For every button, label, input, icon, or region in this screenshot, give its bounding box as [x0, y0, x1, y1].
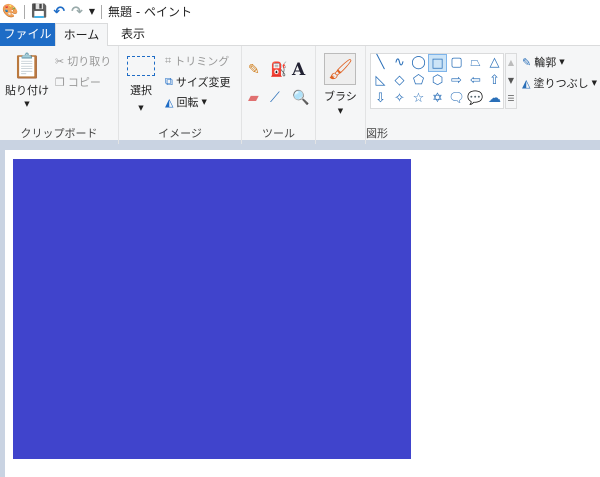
shape-option[interactable]: ⬠ [409, 72, 428, 90]
rotate-button[interactable]: ◭ 回転 ▼ [165, 94, 207, 110]
shape-option[interactable]: ∿ [390, 54, 409, 72]
shape-option[interactable]: ⬡ [428, 72, 447, 90]
chevron-down-icon: ▼ [201, 98, 207, 106]
drawing-canvas[interactable] [5, 150, 600, 477]
clipboard-icon: 📋 [12, 52, 42, 80]
rotate-icon: ◭ [165, 95, 174, 109]
text-icon[interactable]: A [292, 60, 305, 80]
magnifier-icon[interactable]: 🔍 [292, 90, 309, 106]
pencil-icon[interactable]: ✎ [248, 62, 260, 78]
shapes-gallery-scroll[interactable]: ▲ ▼ ☰ [505, 53, 517, 109]
crop-icon: ⌗ [165, 54, 172, 67]
outline-pencil-icon: ✎ [522, 55, 532, 69]
ribbon-tabs: ファイル ホーム 表示 [0, 23, 600, 47]
select-label: 選択 [130, 84, 152, 97]
shape-option[interactable]: ⇦ [466, 72, 485, 90]
clipboard-group-label: クリップボード [20, 127, 98, 140]
divider [24, 4, 26, 19]
cut-label: 切り取り [67, 55, 112, 68]
selection-icon [127, 56, 155, 76]
title-bar: 🎨 💾 ↶ ↷ ▼ 無題 - ペイント [0, 0, 600, 23]
chevron-down-icon: ▼ [591, 79, 597, 87]
select-button[interactable]: 選択 ▼ [127, 56, 155, 112]
shape-option[interactable]: ▢ [447, 54, 466, 72]
outline-label: 輪郭 [534, 56, 557, 69]
scroll-down-icon[interactable]: ▼ [506, 72, 516, 90]
scissors-icon: ✂ [55, 54, 65, 68]
brush-icon: 🖌 [324, 53, 357, 85]
window-title: 無題 - ペイント [108, 5, 192, 19]
shape-option[interactable]: ☁ [485, 90, 504, 108]
resize-button[interactable]: ⧉ サイズ変更 [165, 74, 231, 90]
shapes-gallery: ╲ ∿ ◯ □ ▢ ⏢ △ ◺ ◇ ⬠ ⬡ ⇨ ⇦ ⇧ ⇩ ✧ ☆ ✡ 🗨 💬 ☁ [370, 53, 504, 109]
expand-gallery-icon[interactable]: ☰ [506, 90, 516, 108]
shape-option[interactable]: ⇧ [485, 72, 504, 90]
fill-button[interactable]: ◭ 塗りつぶし ▼ [522, 75, 597, 91]
shape-option[interactable]: ☆ [409, 90, 428, 108]
blue-rectangle-shape [13, 159, 411, 459]
fill-icon: ◭ [522, 76, 531, 90]
image-group: 選択 ▼ ⌗ トリミング ⧉ サイズ変更 ◭ 回転 ▼ イメージ [119, 46, 242, 144]
shape-option[interactable]: ⇩ [371, 90, 390, 108]
shape-option[interactable]: 🗨 [447, 90, 466, 108]
shape-option[interactable]: ◺ [371, 72, 390, 90]
shape-option[interactable]: ⏢ [466, 54, 485, 72]
chevron-down-icon: ▼ [337, 107, 344, 115]
resize-label: サイズ変更 [175, 76, 231, 89]
chevron-down-icon: ▼ [138, 104, 144, 112]
brushes-button[interactable]: 🖌 ブラシ ▼ [324, 53, 357, 115]
fill-bucket-icon[interactable]: ⛽ [270, 62, 287, 78]
tab-file[interactable]: ファイル [0, 23, 55, 46]
shape-option[interactable]: ✡ [428, 90, 447, 108]
scroll-up-icon[interactable]: ▲ [506, 54, 516, 72]
ribbon: 📋 貼り付け ▼ ✂ 切り取り ❐ コピー クリップボード 選択 ▼ ⌗ トリミング … [0, 46, 600, 144]
shape-option[interactable]: ╲ [371, 54, 390, 72]
color-picker-icon[interactable]: ⟋ [270, 90, 280, 106]
resize-icon: ⧉ [165, 75, 173, 88]
paste-button[interactable]: 📋 貼り付け ▼ [5, 52, 49, 108]
undo-icon[interactable]: ↶ [53, 4, 65, 20]
shape-option[interactable]: △ [485, 54, 504, 72]
tools-group: ✎ ⛽ A ▰ ⟋ 🔍 ツール [242, 46, 316, 144]
copy-label: コピー [67, 76, 101, 89]
copy-icon: ❐ [55, 75, 65, 89]
tab-view[interactable]: 表示 [108, 23, 158, 46]
rotate-label: 回転 [176, 96, 199, 109]
outline-button[interactable]: ✎ 輪郭 ▼ [522, 54, 565, 70]
fill-label: 塗りつぶし [533, 77, 589, 90]
cut-button[interactable]: ✂ 切り取り [55, 53, 111, 69]
shape-option[interactable]: ◇ [390, 72, 409, 90]
chevron-down-icon: ▼ [559, 58, 565, 66]
brushes-group: 🖌 ブラシ ▼ [316, 46, 366, 144]
redo-icon[interactable]: ↷ [71, 4, 83, 20]
customize-quick-access-icon[interactable]: ▼ [89, 7, 95, 16]
eraser-icon[interactable]: ▰ [248, 90, 259, 106]
image-group-label: イメージ [158, 127, 202, 140]
shape-option[interactable]: □ [428, 54, 447, 72]
save-icon[interactable]: 💾 [31, 4, 47, 19]
shape-option[interactable]: 💬 [466, 90, 485, 108]
shape-option[interactable]: ◯ [409, 54, 428, 72]
tools-group-label: ツール [262, 127, 295, 140]
chevron-down-icon: ▼ [24, 100, 30, 108]
tab-home[interactable]: ホーム [55, 23, 108, 47]
paste-label: 貼り付け [5, 84, 49, 97]
copy-button[interactable]: ❐ コピー [55, 74, 101, 90]
clipboard-group: 📋 貼り付け ▼ ✂ 切り取り ❐ コピー クリップボード [0, 46, 119, 144]
brushes-label: ブラシ [324, 90, 357, 103]
crop-label: トリミング [174, 55, 230, 68]
paint-app-icon[interactable]: 🎨 [2, 4, 18, 19]
crop-button[interactable]: ⌗ トリミング [165, 53, 229, 69]
shape-option[interactable]: ⇨ [447, 72, 466, 90]
shape-option[interactable]: ✧ [390, 90, 409, 108]
divider [101, 4, 102, 19]
